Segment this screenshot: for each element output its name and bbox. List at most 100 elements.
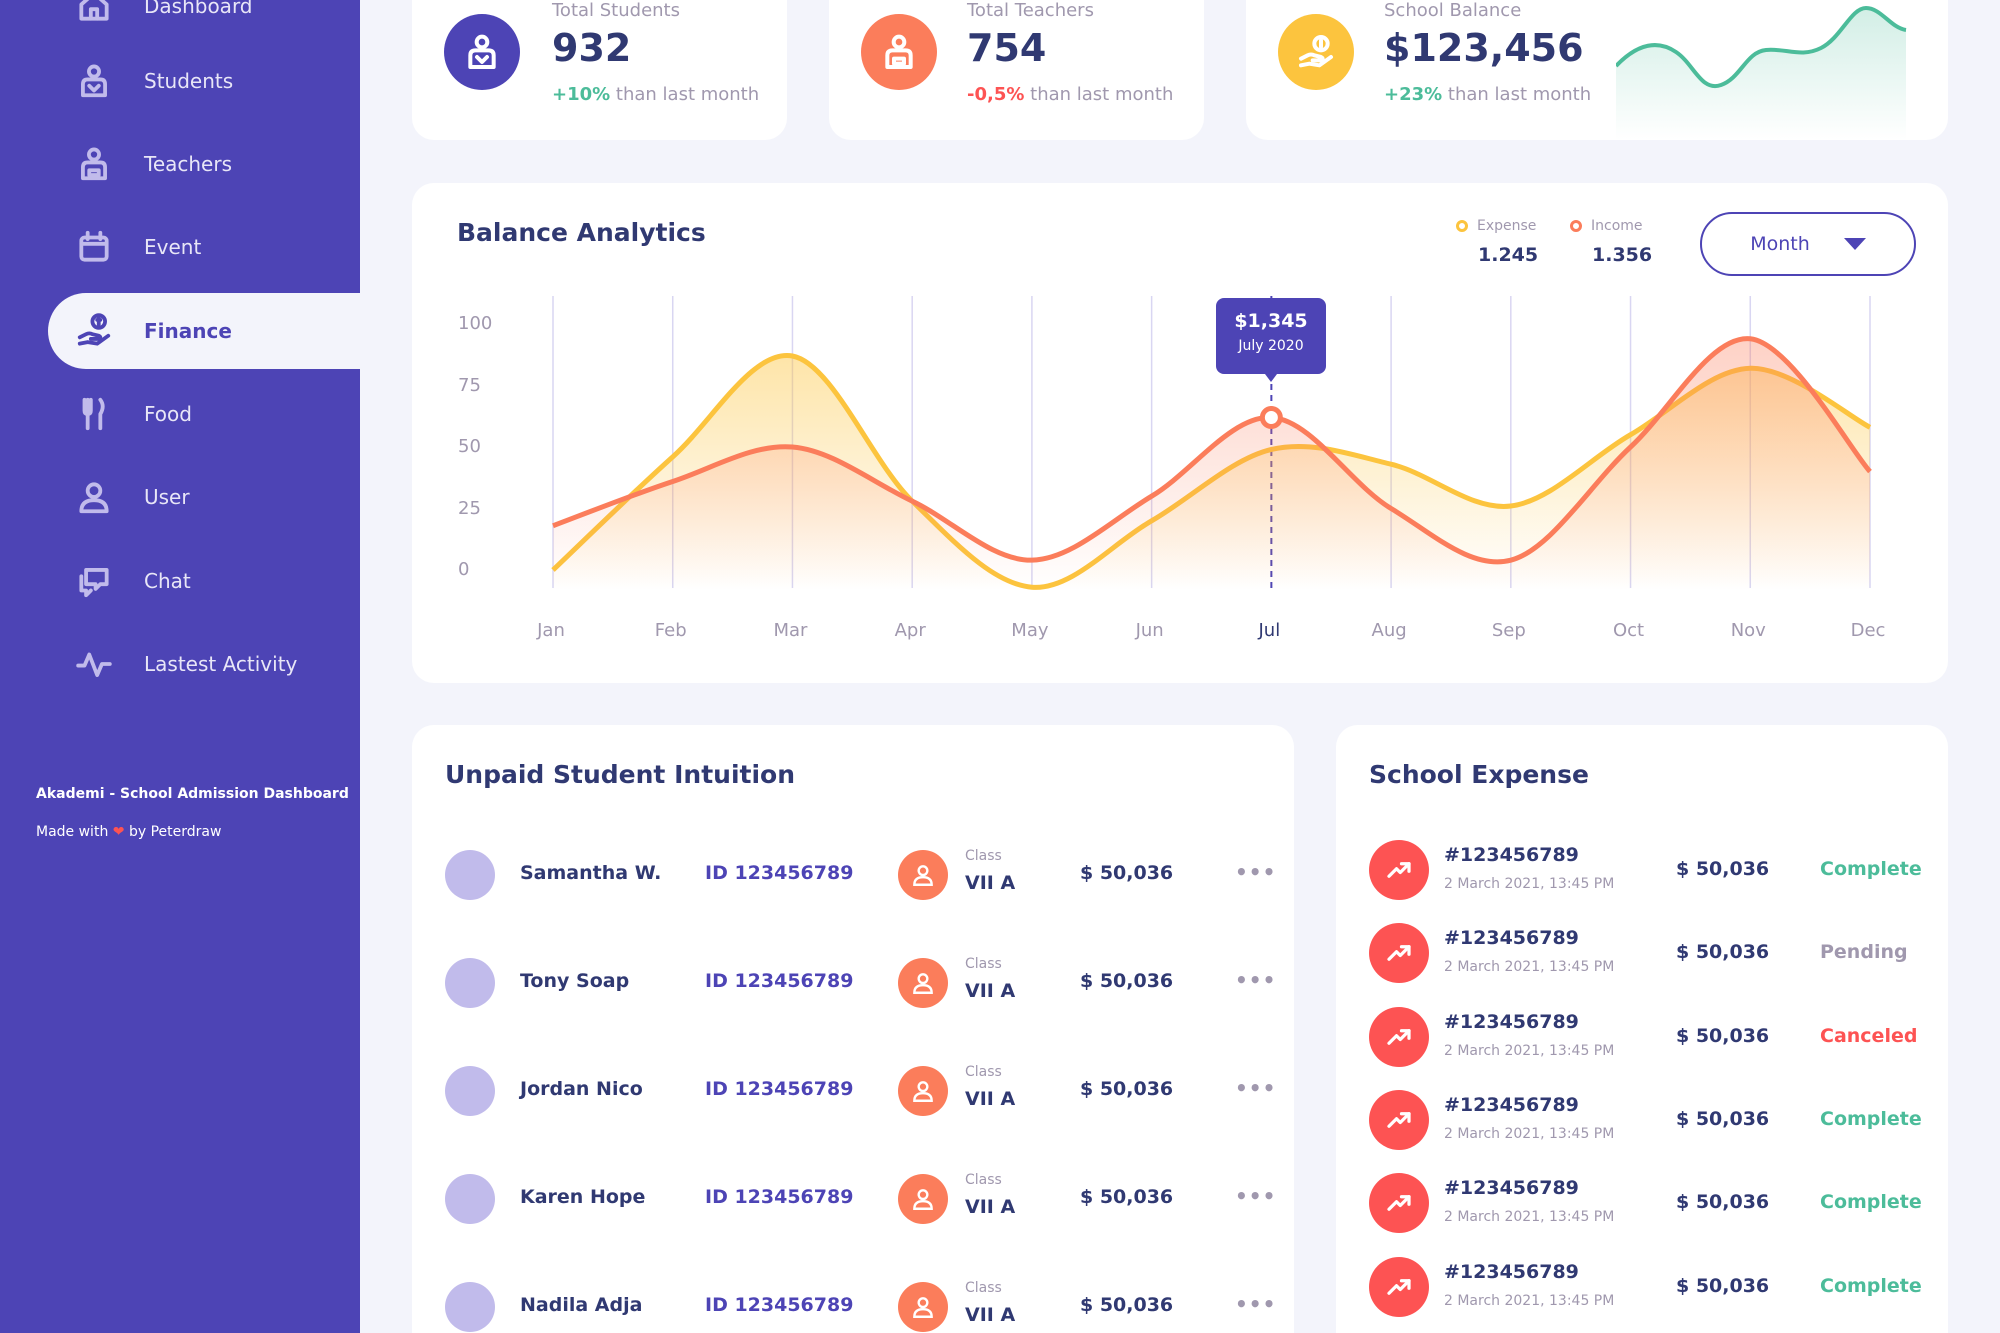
student-id: ID 123456789	[705, 1078, 854, 1100]
y-tick-label: 0	[458, 559, 470, 580]
class-label: Class	[965, 1064, 1002, 1080]
x-tick-label: Feb	[654, 620, 687, 641]
student-name: Jordan Nico	[520, 1078, 643, 1100]
y-tick-label: 25	[458, 497, 481, 519]
student-name: Samantha W.	[520, 862, 662, 884]
student-id: ID 123456789	[705, 862, 854, 884]
user-icon	[898, 850, 948, 900]
class-label: Class	[965, 956, 1002, 972]
expense-amount: $ 50,036	[1676, 1191, 1770, 1214]
class-value: VII A	[965, 1088, 1016, 1110]
brand-name: Akademi - School Admission Dashboard	[36, 786, 349, 802]
class-value: VII A	[965, 980, 1016, 1002]
student-id: ID 123456789	[705, 1186, 854, 1208]
status-badge: Complete	[1820, 1191, 1922, 1214]
class-value: VII A	[965, 872, 1016, 894]
amount: $ 50,036	[1080, 1294, 1174, 1316]
user-icon	[898, 1282, 948, 1332]
expense-id: #123456789	[1444, 1093, 1579, 1116]
status-badge: Complete	[1820, 1274, 1922, 1297]
amount: $ 50,036	[1080, 1078, 1174, 1100]
class-value: VII A	[965, 1196, 1016, 1218]
x-tick-label: Oct	[1612, 620, 1645, 641]
unpaid-title: Unpaid Student Intuition	[445, 760, 795, 789]
y-tick-label: 50	[458, 436, 481, 457]
amount: $ 50,036	[1080, 1186, 1174, 1208]
class-label: Class	[965, 1172, 1002, 1188]
amount: $ 50,036	[1080, 862, 1174, 884]
trending-up-icon	[1369, 923, 1429, 984]
made-with-credit: Made with ❤ by Peterdraw	[36, 824, 221, 840]
avatar	[445, 850, 495, 900]
expense-id: #123456789	[1444, 844, 1579, 866]
student-id: ID 123456789	[705, 1294, 854, 1316]
x-tick-label: Apr	[894, 620, 926, 641]
expense-id: #123456789	[1444, 1177, 1579, 1200]
x-tick-label: Jan	[537, 620, 565, 641]
unpaid-card	[412, 725, 1294, 1333]
expense-date: 2 March 2021, 13:45 PM	[1444, 1042, 1615, 1059]
trending-up-icon	[1369, 1173, 1429, 1234]
expense-date: 2 March 2021, 13:45 PM	[1444, 876, 1615, 892]
x-tick-label: Jul	[1258, 620, 1281, 641]
trending-up-icon	[1369, 1006, 1429, 1067]
expense-amount: $ 50,036	[1676, 1107, 1770, 1130]
more-options-icon[interactable]: •••	[1235, 968, 1276, 992]
more-options-icon[interactable]: •••	[1235, 1184, 1276, 1208]
x-tick-label: Dec	[1850, 620, 1886, 641]
made-with-suffix: by Peterdraw	[128, 824, 222, 840]
chart-tooltip: $1,345 July 2020	[1216, 298, 1326, 382]
expense-id: #123456789	[1444, 1010, 1579, 1033]
tooltip-date: July 2020	[1238, 338, 1304, 354]
avatar	[445, 1066, 495, 1116]
y-tick-label: 100	[458, 313, 493, 334]
x-tick-label: Jun	[1135, 620, 1164, 641]
more-options-icon[interactable]: •••	[1235, 1076, 1276, 1100]
student-name: Tony Soap	[520, 970, 630, 992]
student-name: Karen Hope	[520, 1186, 646, 1208]
status-badge: Pending	[1820, 941, 1908, 964]
expense-id: #123456789	[1444, 927, 1579, 950]
amount: $ 50,036	[1080, 970, 1174, 992]
expense-amount: $ 50,036	[1676, 941, 1770, 964]
user-icon	[898, 1066, 948, 1116]
class-value: VII A	[965, 1304, 1016, 1326]
avatar	[445, 958, 495, 1008]
user-icon	[898, 958, 948, 1008]
made-with-prefix: Made with	[36, 824, 109, 840]
x-tick-label: Nov	[1730, 620, 1766, 641]
expense-date: 2 March 2021, 13:45 PM	[1444, 1292, 1615, 1309]
status-badge: Complete	[1820, 858, 1922, 880]
selected-point	[1259, 405, 1283, 429]
trending-up-icon	[1369, 1089, 1429, 1150]
trending-up-icon	[1369, 840, 1429, 900]
avatar	[445, 1174, 495, 1224]
student-id: ID 123456789	[705, 970, 854, 992]
class-label: Class	[965, 848, 1002, 864]
expense-date: 2 March 2021, 13:45 PM	[1444, 1209, 1615, 1226]
y-tick-label: 75	[458, 374, 481, 396]
x-tick-label: Sep	[1491, 620, 1526, 641]
expense-amount: $ 50,036	[1676, 858, 1770, 880]
balance-chart	[551, 296, 1872, 590]
expense-amount: $ 50,036	[1676, 1274, 1770, 1297]
tooltip-value: $1,345	[1234, 310, 1308, 332]
x-tick-label: May	[1011, 620, 1049, 641]
x-tick-label: Aug	[1371, 620, 1407, 641]
status-badge: Complete	[1820, 1107, 1922, 1130]
expense-amount: $ 50,036	[1676, 1024, 1770, 1047]
expense-date: 2 March 2021, 13:45 PM	[1444, 1125, 1615, 1142]
expense-date: 2 March 2021, 13:45 PM	[1444, 959, 1615, 976]
expense-id: #123456789	[1444, 1260, 1579, 1283]
class-label: Class	[965, 1280, 1002, 1296]
more-options-icon[interactable]: •••	[1235, 1292, 1276, 1316]
expense-title: School Expense	[1369, 760, 1589, 789]
student-name: Nadila Adja	[520, 1294, 643, 1316]
avatar	[445, 1282, 495, 1332]
more-options-icon[interactable]: •••	[1235, 860, 1276, 884]
trending-up-icon	[1369, 1256, 1429, 1317]
status-badge: Canceled	[1820, 1024, 1918, 1047]
user-icon	[898, 1174, 948, 1224]
heart-icon: ❤	[112, 824, 125, 840]
x-tick-label: Mar	[773, 620, 808, 641]
